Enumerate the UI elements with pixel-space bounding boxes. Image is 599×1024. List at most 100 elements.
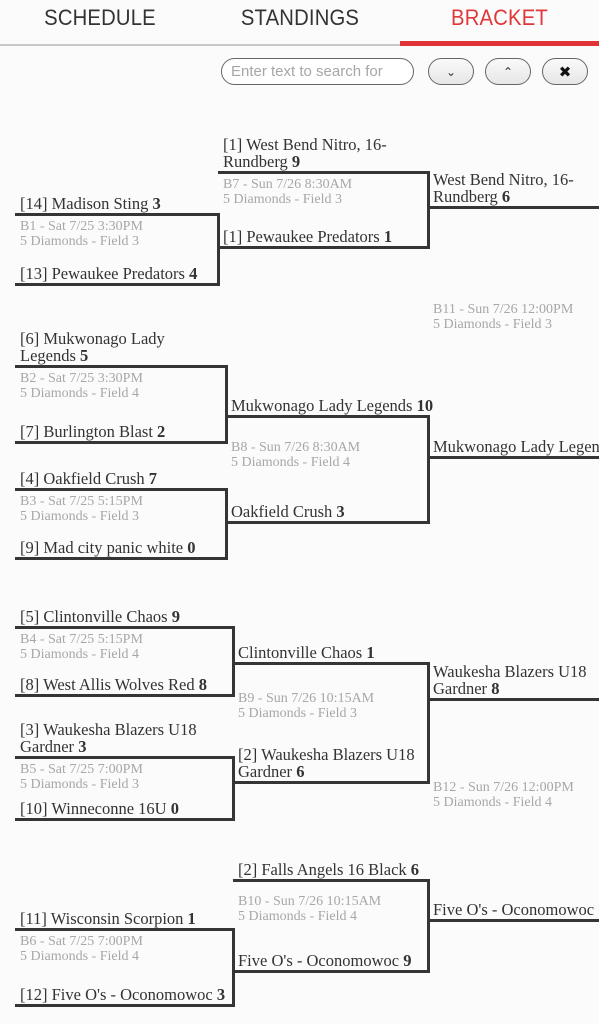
bracket-connector: [427, 415, 430, 524]
team-slot-top[interactable]: West Bend Nitro, 16- Rundberg 6: [433, 171, 574, 205]
team-name: [4] Oakfield Crush: [20, 469, 145, 488]
team-name-cont: Gardner: [238, 762, 293, 781]
bracket-line-bottom: [233, 781, 430, 784]
bracket-line-top: [15, 626, 235, 629]
team-name-cont: Gardner: [433, 679, 488, 698]
team-name: Five O's - Oconomowoc: [433, 900, 595, 919]
chevron-down-icon: ⌄: [445, 64, 457, 79]
team-slot-bottom[interactable]: Five O's - Oconomowoc 9: [238, 952, 411, 969]
team-slot-top[interactable]: [3] Waukesha Blazers U18 Gardner 3: [20, 721, 197, 755]
team-score: 1: [366, 643, 375, 662]
team-slot-bottom[interactable]: [1] Pewaukee Predators 1: [223, 228, 392, 245]
bracket-line-bottom: [15, 441, 228, 444]
game-info: B8 - Sun 7/26 8:30AM 5 Diamonds - Field 4: [231, 440, 361, 470]
team-slot-bottom[interactable]: [7] Burlington Blast 2: [20, 423, 165, 440]
bracket-line-top: [218, 171, 430, 174]
team-slot-top[interactable]: Mukwonago Lady Legends 10: [231, 397, 433, 414]
team-name-cont: Rundberg: [433, 187, 498, 206]
search-close-button[interactable]: ✖: [542, 58, 588, 85]
active-tab-indicator: [400, 41, 599, 46]
team-name: [5] Clintonville Chaos: [20, 607, 168, 626]
chevron-up-icon: ⌃: [502, 64, 514, 79]
team-name-cont: Rundberg: [223, 152, 288, 171]
tab-bracket[interactable]: BRACKET: [408, 0, 591, 44]
bracket-line-bottom: [428, 456, 599, 459]
game-location: 5 Diamonds - Field 3: [20, 776, 139, 792]
team-score: 3: [336, 502, 345, 521]
team-slot-bottom[interactable]: [2] Waukesha Blazers U18 Gardner 6: [238, 746, 415, 780]
team-slot-top[interactable]: [5] Clintonville Chaos 9: [20, 608, 180, 625]
game-location: 5 Diamonds - Field 3: [20, 508, 139, 524]
team-slot-top[interactable]: Waukesha Blazers U18 Gardner 8: [433, 663, 587, 697]
bracket-line-bottom: [226, 521, 430, 524]
team-name: [10] Winneconne 16U: [20, 799, 167, 818]
team-name: [9] Mad city panic white: [20, 538, 184, 557]
bracket-line-top: [15, 213, 220, 216]
team-score: 7: [148, 469, 158, 488]
team-name: [8] West Allis Wolves Red: [20, 675, 195, 694]
game-location: 5 Diamonds - Field 4: [238, 908, 357, 924]
team-slot-top[interactable]: [2] Falls Angels 16 Black 6: [238, 861, 419, 878]
team-slot-top[interactable]: [14] Madison Sting 3: [20, 195, 161, 212]
team-slot-top[interactable]: [11] Wisconsin Scorpion 1: [20, 910, 196, 927]
game-time: B8 - Sun 7/26 8:30AM: [231, 440, 361, 455]
tab-standings[interactable]: STANDINGS: [208, 0, 392, 44]
game-location: 5 Diamonds - Field 4: [231, 454, 350, 470]
bracket-connector: [427, 662, 430, 784]
team-slot-bottom[interactable]: [10] Winneconne 16U 0: [20, 800, 179, 817]
game-time: B1 - Sat 7/25 3:30PM: [20, 219, 143, 234]
bracket-connector: [232, 928, 235, 1007]
team-name: [1] Pewaukee Predators: [223, 227, 380, 246]
game-info: B12 - Sun 7/26 12:00PM 5 Diamonds - Field…: [433, 780, 574, 810]
team-slot-bottom[interactable]: Mukwonago Lady Legends: [433, 438, 599, 455]
bracket-connector: [427, 879, 430, 973]
team-score: 9: [291, 152, 301, 171]
game-location: 5 Diamonds - Field 4: [433, 794, 552, 810]
team-score: 4: [189, 264, 198, 283]
game-location: 5 Diamonds - Field 3: [223, 191, 342, 207]
team-slot-bottom[interactable]: Oakfield Crush 3: [231, 503, 345, 520]
team-slot-bottom[interactable]: [12] Five O's - Oconomowoc 3: [20, 986, 225, 1003]
game-time: B6 - Sat 7/25 7:00PM: [20, 934, 143, 949]
bracket-line-top: [233, 879, 430, 882]
game-time: B4 - Sat 7/25 5:15PM: [20, 632, 143, 647]
team-name: [7] Burlington Blast: [20, 422, 153, 441]
team-name-cont: Legends: [20, 346, 76, 365]
team-slot-top[interactable]: Clintonville Chaos 1: [238, 644, 375, 661]
bracket-line-bottom: [428, 919, 599, 922]
bracket-line-bottom: [15, 283, 220, 286]
game-time: B9 - Sun 7/26 10:15AM: [238, 691, 375, 706]
bracket-line-top: [15, 488, 228, 491]
team-score: 2: [157, 422, 166, 441]
bracket-line-top: [15, 365, 228, 368]
search-next-button[interactable]: ⌄: [428, 58, 474, 85]
bracket-line-top: [15, 928, 235, 931]
team-score: 5: [80, 346, 89, 365]
team-name: Oakfield Crush: [231, 502, 333, 521]
team-slot-bottom[interactable]: Five O's - Oconomowoc: [433, 901, 594, 918]
team-slot-bottom[interactable]: [9] Mad city panic white 0: [20, 539, 196, 556]
game-time: B7 - Sun 7/26 8:30AM: [223, 177, 353, 192]
team-name: [2] Falls Angels 16 Black: [238, 860, 407, 879]
tab-bar: SCHEDULE STANDINGS BRACKET: [0, 0, 599, 46]
game-time: B10 - Sun 7/26 10:15AM: [238, 894, 382, 909]
game-time: B11 - Sun 7/26 12:00PM: [433, 302, 574, 317]
team-name: Mukwonago Lady Legends: [231, 396, 413, 415]
team-slot-top[interactable]: [4] Oakfield Crush 7: [20, 470, 157, 487]
bracket-connector: [217, 213, 220, 286]
game-info: B6 - Sat 7/25 7:00PM 5 Diamonds - Field 4: [20, 934, 143, 964]
game-info: B1 - Sat 7/25 3:30PM 5 Diamonds - Field 3: [20, 219, 143, 249]
tab-schedule[interactable]: SCHEDULE: [8, 0, 192, 44]
team-slot-top[interactable]: [6] Mukwonago Lady Legends 5: [20, 330, 165, 364]
team-slot-bottom[interactable]: [13] Pewaukee Predators 4: [20, 265, 197, 282]
team-score: 8: [491, 679, 500, 698]
bracket-line-top: [428, 698, 599, 701]
team-slot-bottom[interactable]: [8] West Allis Wolves Red 8: [20, 676, 207, 693]
bracket-connector: [232, 756, 235, 821]
search-prev-button[interactable]: ⌃: [485, 58, 531, 85]
team-slot-top[interactable]: [1] West Bend Nitro, 16- Rundberg 9: [223, 136, 387, 170]
game-info: B7 - Sun 7/26 8:30AM 5 Diamonds - Field 3: [223, 177, 353, 207]
bracket-connector: [427, 171, 430, 249]
search-input[interactable]: [221, 58, 414, 85]
game-time: B5 - Sat 7/25 7:00PM: [20, 762, 143, 777]
